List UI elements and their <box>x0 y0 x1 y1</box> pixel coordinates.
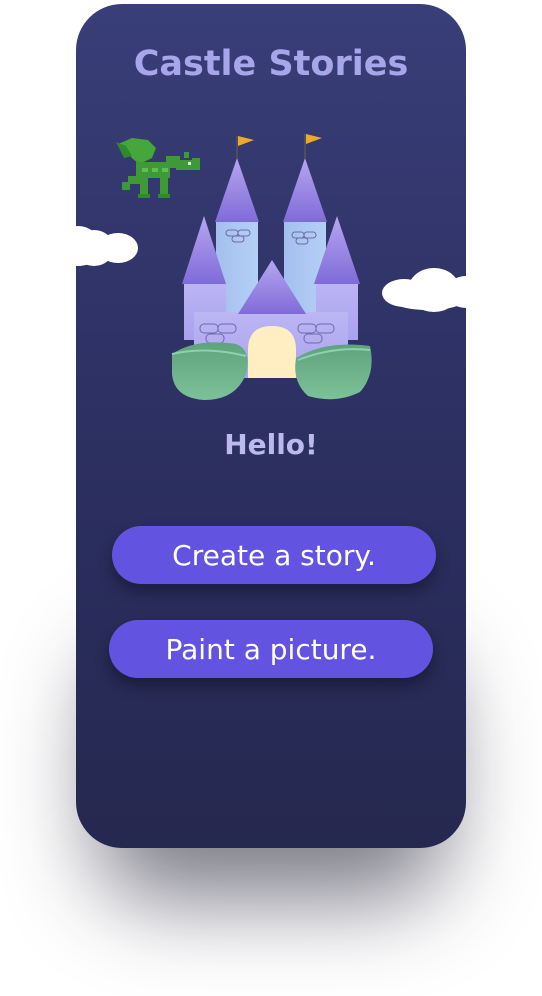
cloud-icon <box>76 226 138 266</box>
phone-screen: Castle Stories Hello! Create a story. Pa… <box>76 4 466 848</box>
bush-icon <box>295 344 372 400</box>
greeting-text: Hello! <box>224 428 318 461</box>
cloud-icon <box>382 268 466 312</box>
flag-icon <box>306 134 322 144</box>
castle-icon <box>182 134 360 378</box>
castle-scene <box>76 134 466 400</box>
app-title: Castle Stories <box>133 44 409 84</box>
flag-icon <box>238 136 254 146</box>
paint-picture-button[interactable]: Paint a picture. <box>109 620 433 678</box>
dragon-icon <box>116 138 200 198</box>
create-story-button[interactable]: Create a story. <box>112 526 436 584</box>
bush-icon <box>171 342 248 400</box>
